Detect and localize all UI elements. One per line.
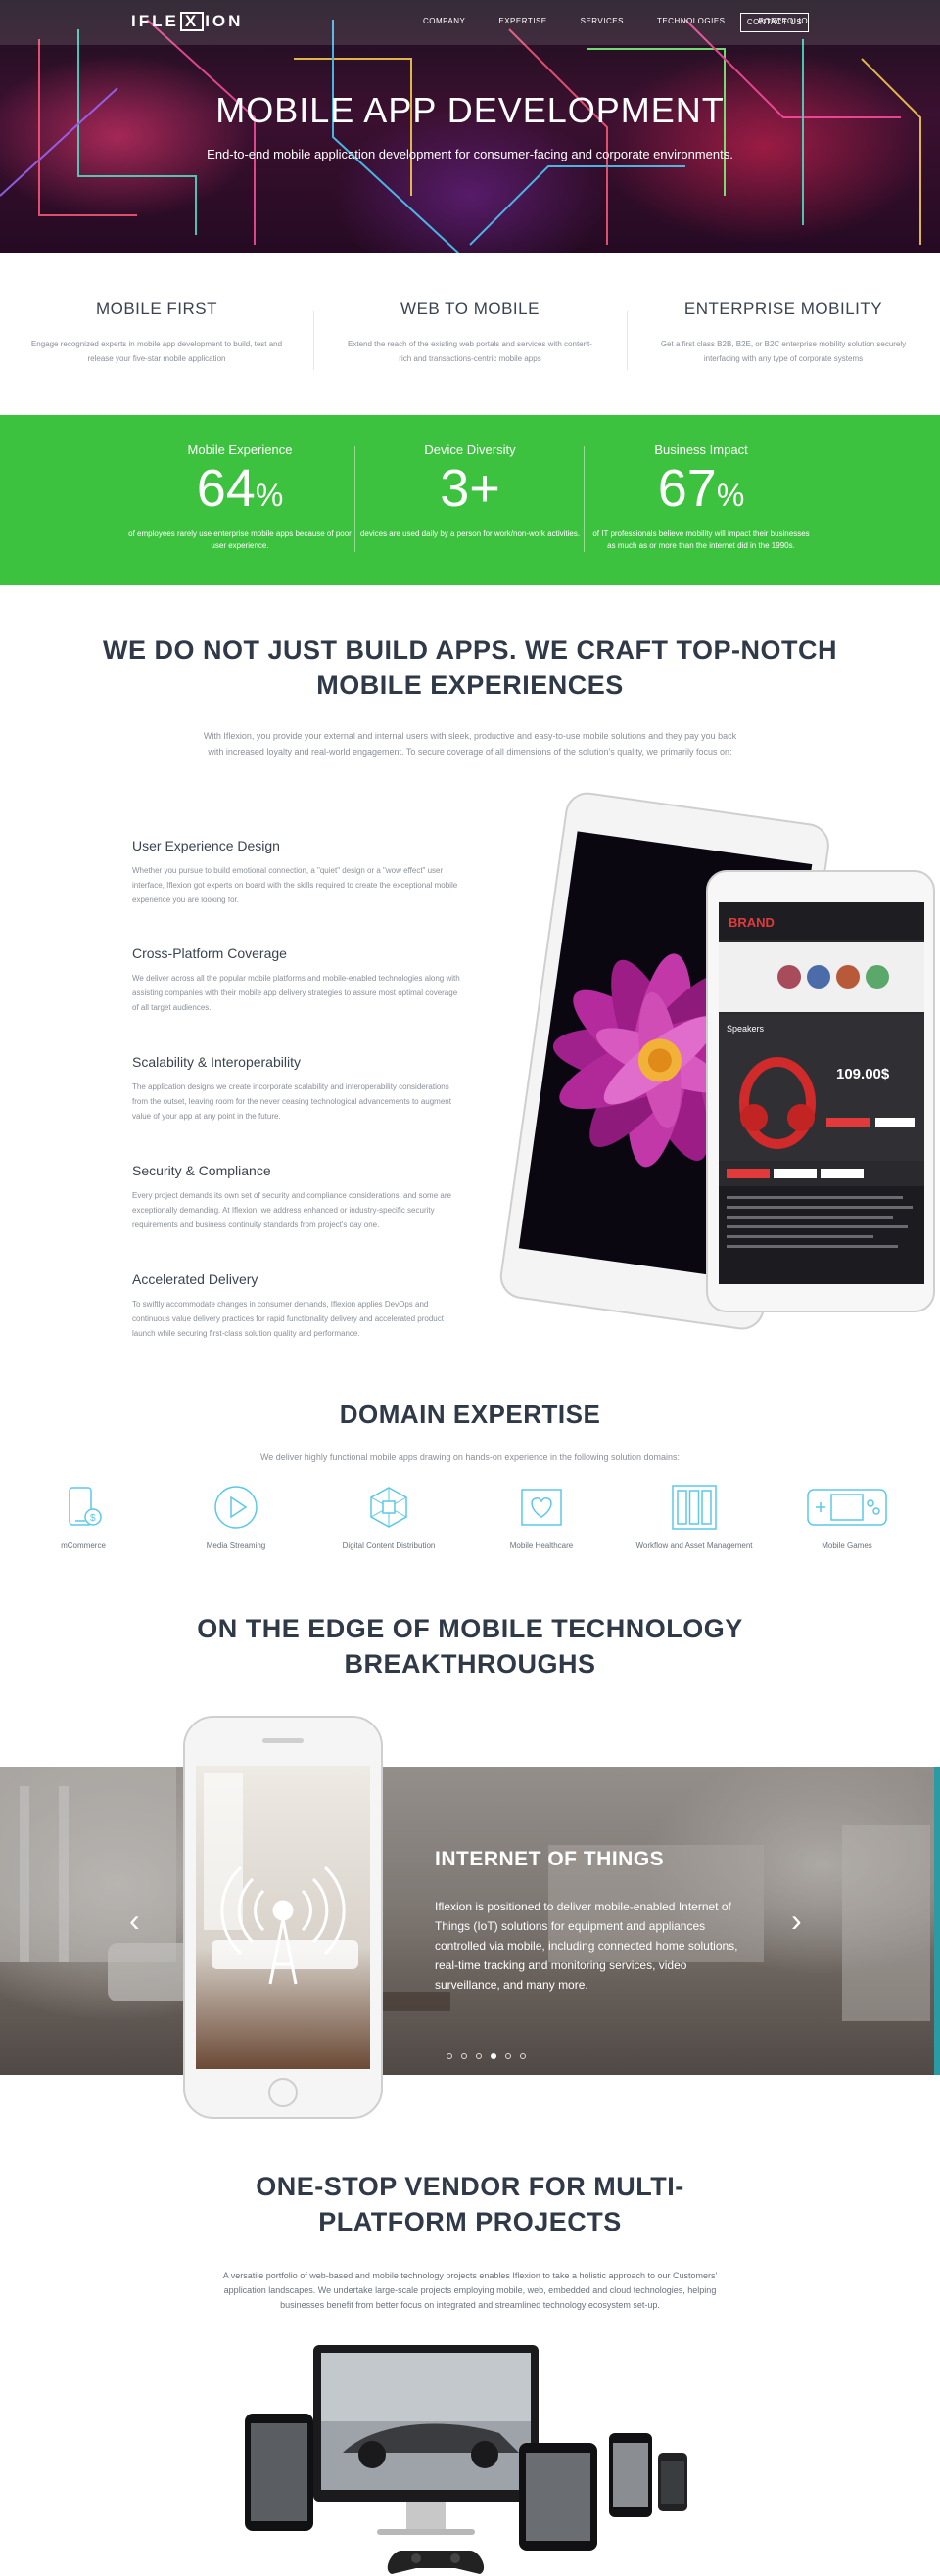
iflexion-logo[interactable]: IFLE X ION — [131, 12, 243, 31]
divider — [627, 311, 628, 370]
capability-accelerated-delivery: Accelerated Delivery To swiftly accommod… — [132, 1271, 460, 1341]
domain-label: Digital Content Distribution — [342, 1541, 436, 1550]
domain-subtitle: We deliver highly functional mobile apps… — [259, 1452, 681, 1462]
slider-dot[interactable] — [505, 2053, 511, 2059]
stat-value: 64% — [196, 459, 284, 518]
craft-section-title: WE DO NOT JUST BUILD APPS. WE CRAFT TOP-… — [103, 635, 837, 700]
domain-digital-content[interactable]: Digital Content Distribution — [325, 1482, 452, 1551]
feature-title: WEB TO MOBILE — [400, 299, 540, 318]
slider-dot[interactable] — [446, 2053, 452, 2059]
svg-text:109.00$: 109.00$ — [836, 1066, 890, 1082]
slide-title: INTERNET OF THINGS — [435, 1848, 665, 1870]
feature-text: Extend the reach of the existing web por… — [348, 340, 592, 363]
capability-scalability: Scalability & Interoperability The appli… — [132, 1054, 460, 1124]
svg-text:BRAND: BRAND — [728, 915, 775, 930]
edge-section-title: ON THE EDGE OF MOBILE TECHNOLOGY BREAKTHR… — [197, 1614, 743, 1679]
nav-link-technologies[interactable]: TECHNOLOGIES — [657, 17, 726, 25]
slider-dot[interactable] — [520, 2053, 526, 2059]
slider-pagination — [446, 2053, 526, 2059]
hero-banner: IFLE X ION COMPANY EXPERTISE SERVICES TECH… — [0, 0, 940, 253]
capability-title: Security & Compliance — [132, 1163, 271, 1178]
domain-label: Mobile Games — [822, 1541, 872, 1550]
capability-title: Accelerated Delivery — [132, 1271, 258, 1287]
capability-title: User Experience Design — [132, 838, 280, 853]
slide-accent-bar — [934, 1767, 940, 2075]
play-icon — [214, 1486, 258, 1529]
domain-section-title: DOMAIN EXPERTISE — [339, 1400, 601, 1429]
nav-link-services[interactable]: SERVICES — [581, 17, 624, 25]
stat-label: Mobile Experience — [187, 442, 293, 457]
domain-workflow[interactable]: Workflow and Asset Management — [631, 1482, 758, 1551]
nav-link-expertise[interactable]: EXPERTISE — [498, 17, 546, 25]
feature-text: Engage recognized experts in mobile app … — [30, 340, 283, 363]
feature-enterprise-mobility: ENTERPRISE MOBILITY Get a first class B2… — [656, 299, 911, 366]
page-title: MOBILE APP DEVELOPMENT — [215, 90, 725, 130]
capability-security: Security & Compliance Every project dema… — [132, 1163, 460, 1232]
slider-prev-arrow[interactable]: ‹ — [129, 1903, 140, 1939]
contact-us-button[interactable]: CONTACT US — [740, 13, 809, 32]
stat-value: 67% — [657, 459, 745, 518]
stats-banner: Mobile Experience 64% of employees rarel… — [0, 415, 940, 585]
stat-device-diversity: Device Diversity 3+ devices are used dai… — [357, 442, 583, 540]
domain-label: Mobile Healthcare — [509, 1541, 574, 1550]
capability-title: Cross-Platform Coverage — [132, 945, 287, 961]
stat-label: Business Impact — [654, 442, 748, 457]
capability-text: Whether you pursue to build emotional co… — [132, 866, 458, 904]
nav-link-company[interactable]: COMPANY — [423, 17, 465, 25]
domain-label: Workflow and Asset Management — [635, 1541, 753, 1550]
capability-text: To swiftly accommodate changes in consum… — [132, 1300, 444, 1338]
stat-description: of employees rarely use enterprise mobil… — [128, 529, 352, 550]
slide-text: Iflexion is positioned to deliver mobile… — [435, 1900, 738, 1992]
feature-mobile-first: MOBILE FIRST Engage recognized experts i… — [29, 299, 284, 366]
smartphone-illustration — [183, 1716, 383, 2119]
hero-subtitle: End-to-end mobile application developmen… — [207, 147, 733, 161]
slider-next-arrow[interactable]: › — [791, 1903, 802, 1939]
stat-mobile-experience: Mobile Experience 64% of employees rarel… — [127, 442, 352, 552]
stat-description: of IT professionals believe mobility wil… — [592, 529, 810, 550]
stat-business-impact: Business Impact 67% of IT professionals … — [588, 442, 814, 552]
capability-ux-design: User Experience Design Whether you pursu… — [132, 838, 460, 907]
folders-icon — [672, 1485, 717, 1530]
divider — [584, 446, 585, 552]
feature-web-to-mobile: WEB TO MOBILE Extend the reach of the ex… — [343, 299, 597, 366]
feature-title: MOBILE FIRST — [95, 299, 218, 318]
domain-mobile-healthcare[interactable]: Mobile Healthcare — [478, 1482, 605, 1551]
capability-title: Scalability & Interoperability — [132, 1054, 301, 1070]
stat-description: devices are used daily by a person for w… — [359, 529, 581, 538]
svg-text:Speakers: Speakers — [727, 1024, 765, 1034]
capability-text: Every project demands its own set of sec… — [132, 1191, 451, 1229]
domain-mcommerce[interactable]: $ mCommerce — [20, 1482, 147, 1551]
heart-icon — [521, 1489, 562, 1526]
domain-mobile-games[interactable]: Mobile Games — [783, 1482, 911, 1551]
vendor-section-title: ONE-STOP VENDOR FOR MULTI- PLATFORM PROJE… — [256, 2172, 684, 2236]
capability-text: The application designs we create incorp… — [132, 1082, 451, 1121]
multi-device-illustration — [245, 2345, 687, 2574]
feature-title: ENTERPRISE MOBILITY — [683, 299, 883, 318]
stat-label: Device Diversity — [424, 442, 516, 457]
domain-media-streaming[interactable]: Media Streaming — [172, 1482, 300, 1551]
top-navigation: IFLE X ION COMPANY EXPERTISE SERVICES TECH… — [0, 0, 940, 45]
divider — [313, 311, 314, 370]
tablets-illustration: BRAND Speakers 109.00$ — [499, 792, 935, 1330]
capability-text: We deliver across all the popular mobile… — [132, 974, 460, 1012]
domain-label: mCommerce — [61, 1541, 106, 1550]
divider — [354, 446, 355, 552]
mcommerce-icon: $ — [69, 1487, 102, 1526]
network-icon — [370, 1487, 407, 1528]
slider-dot[interactable] — [476, 2053, 482, 2059]
domain-label: Media Streaming — [206, 1541, 266, 1550]
slider-dot[interactable] — [461, 2053, 467, 2059]
gamepad-icon — [807, 1489, 887, 1526]
feature-text: Get a first class B2B, B2E, or B2C enter… — [660, 340, 907, 363]
capability-cross-platform: Cross-Platform Coverage We deliver acros… — [132, 945, 460, 1015]
stat-value: 3+ — [440, 459, 500, 518]
svg-text:$: $ — [90, 1513, 96, 1524]
craft-intro: With Iflexion, you provide your external… — [203, 731, 737, 757]
slider-dot[interactable] — [491, 2053, 496, 2059]
vendor-text: A versatile portfolio of web-based and m… — [222, 2271, 718, 2310]
features-section: MOBILE FIRST Engage recognized experts i… — [0, 253, 940, 415]
